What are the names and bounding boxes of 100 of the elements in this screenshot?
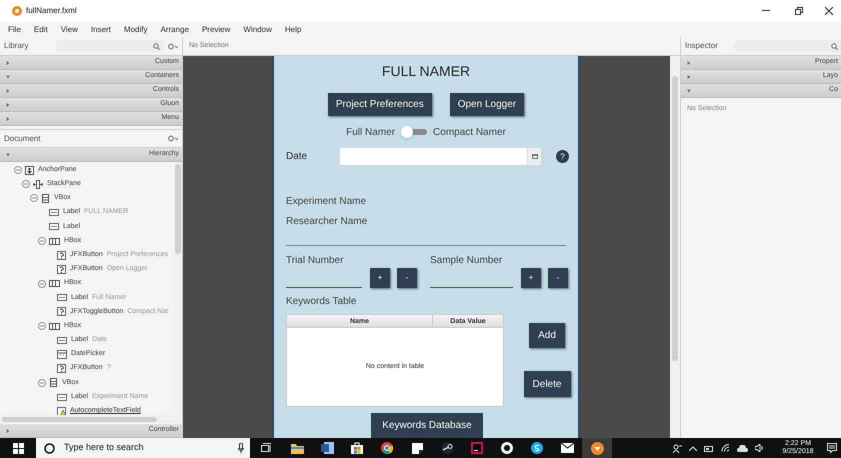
toggle-label: Compact Namer	[433, 126, 506, 140]
task-view-icon[interactable]	[260, 443, 272, 453]
wifi-icon[interactable]	[721, 444, 730, 452]
menu-item[interactable]: File	[8, 24, 21, 36]
mail-icon[interactable]	[560, 443, 574, 453]
collapse-icon[interactable]	[38, 322, 46, 330]
plus-button[interactable]: +	[370, 268, 390, 288]
menu-item[interactable]: Preview	[202, 24, 230, 36]
plus-button[interactable]: +	[521, 268, 541, 288]
menu-item[interactable]: Modify	[124, 24, 148, 36]
delete-button[interactable]: Delete	[524, 371, 570, 397]
calendar-icon	[57, 350, 67, 360]
field-label: Experiment Name	[285, 195, 368, 209]
active-app-tile[interactable]	[582, 438, 612, 458]
question-mark-icon	[57, 307, 66, 316]
vbox-icon	[49, 378, 58, 388]
date-field[interactable]	[340, 148, 541, 164]
scrollbar-thumb[interactable]	[2, 416, 157, 422]
panel-title: Document	[4, 132, 40, 144]
window-title: fullNamer.fxml	[26, 5, 77, 17]
hbox-icon	[49, 236, 60, 246]
taskbar-search-field[interactable]: Type here to search	[36, 438, 250, 458]
label-icon	[49, 222, 59, 232]
anchor-pane-icon	[25, 166, 34, 175]
search-field[interactable]	[55, 40, 164, 52]
action-button[interactable]: Open Logger	[450, 93, 524, 116]
browser-icon[interactable]	[381, 442, 393, 454]
question-mark-icon	[57, 264, 66, 274]
minus-button[interactable]: -	[397, 268, 417, 288]
ide-icon[interactable]	[471, 442, 483, 454]
scrollbar-thumb[interactable]	[672, 76, 678, 361]
people-icon[interactable]	[673, 444, 682, 452]
collapse-icon[interactable]	[38, 280, 46, 288]
help-button[interactable]: ?	[556, 150, 569, 162]
shopping-bag-icon[interactable]	[351, 442, 363, 454]
windows-start-icon[interactable]	[12, 442, 24, 454]
collapsed-arrow-icon	[687, 60, 691, 64]
battery-icon[interactable]	[704, 444, 714, 452]
label-icon	[57, 336, 67, 345]
expanded-arrow-icon	[6, 74, 10, 78]
menu-item[interactable]: Help	[284, 24, 302, 36]
hbox-icon	[49, 322, 60, 331]
menu-item[interactable]: Edit	[34, 24, 48, 36]
collapse-icon[interactable]	[30, 194, 38, 202]
calendar-icon[interactable]	[532, 154, 538, 158]
toggle-switch[interactable]	[401, 126, 428, 138]
close-icon[interactable]	[825, 7, 833, 15]
field-label: Trial Number	[286, 254, 344, 268]
scrollbar-thumb[interactable]	[175, 164, 181, 254]
stack-pane-icon	[33, 180, 43, 189]
collapsed-arrow-icon	[6, 116, 10, 120]
action-button[interactable]: Project Preferences	[328, 93, 432, 116]
folder-icon[interactable]	[290, 442, 304, 454]
collapsed-arrow-icon	[6, 88, 10, 92]
microphone-icon[interactable]	[238, 443, 244, 453]
vbox-icon	[41, 194, 50, 203]
circle-icon	[44, 442, 55, 454]
gear-icon[interactable]	[168, 42, 178, 50]
question-mark-icon	[57, 250, 66, 260]
hbox-icon	[49, 279, 60, 288]
caret-icon[interactable]	[689, 446, 697, 450]
database-button[interactable]: Keywords Database	[371, 413, 483, 438]
restore-icon[interactable]	[795, 7, 803, 15]
search-icon	[153, 42, 160, 50]
section-label: Keywords Table	[285, 295, 358, 309]
field-label: Researcher Name	[285, 215, 368, 229]
minimize-icon[interactable]	[762, 10, 770, 12]
search-icon	[831, 42, 838, 50]
document-icon[interactable]	[320, 442, 334, 454]
menu-item[interactable]: View	[60, 24, 78, 36]
cloud-icon[interactable]	[737, 444, 748, 452]
field-label: Sample Number	[430, 254, 504, 268]
label-icon	[57, 392, 67, 402]
form-title: FULL NAMER	[380, 62, 472, 79]
panel-title: Library	[4, 40, 30, 52]
menu-item[interactable]: Arrange	[160, 24, 189, 36]
panel-title: Inspector	[685, 40, 719, 52]
speaker-icon[interactable]	[755, 444, 765, 452]
collapsed-arrow-icon	[6, 102, 10, 106]
search-field[interactable]	[734, 40, 841, 52]
skype-icon[interactable]	[531, 442, 543, 454]
menu-item[interactable]: Window	[243, 24, 272, 36]
menu-item[interactable]: Insert	[90, 24, 111, 36]
collapse-icon[interactable]	[38, 237, 46, 246]
warning-icon	[57, 406, 66, 415]
chat-icon[interactable]	[501, 442, 513, 454]
collapse-icon[interactable]	[14, 166, 22, 174]
notification-icon[interactable]	[827, 443, 837, 453]
app-logo-icon	[12, 6, 22, 16]
collapsed-arrow-icon	[6, 428, 10, 432]
collapsed-arrow-icon	[6, 60, 10, 64]
collapse-icon[interactable]	[38, 378, 46, 387]
minus-button[interactable]: -	[548, 268, 568, 288]
steam-icon[interactable]	[440, 442, 454, 454]
app-logo-icon	[590, 442, 604, 454]
add-button[interactable]: Add	[529, 323, 565, 348]
label-icon	[49, 208, 59, 218]
collapse-icon[interactable]	[22, 180, 30, 188]
gear-icon[interactable]	[168, 135, 178, 142]
note-icon[interactable]	[412, 442, 422, 454]
